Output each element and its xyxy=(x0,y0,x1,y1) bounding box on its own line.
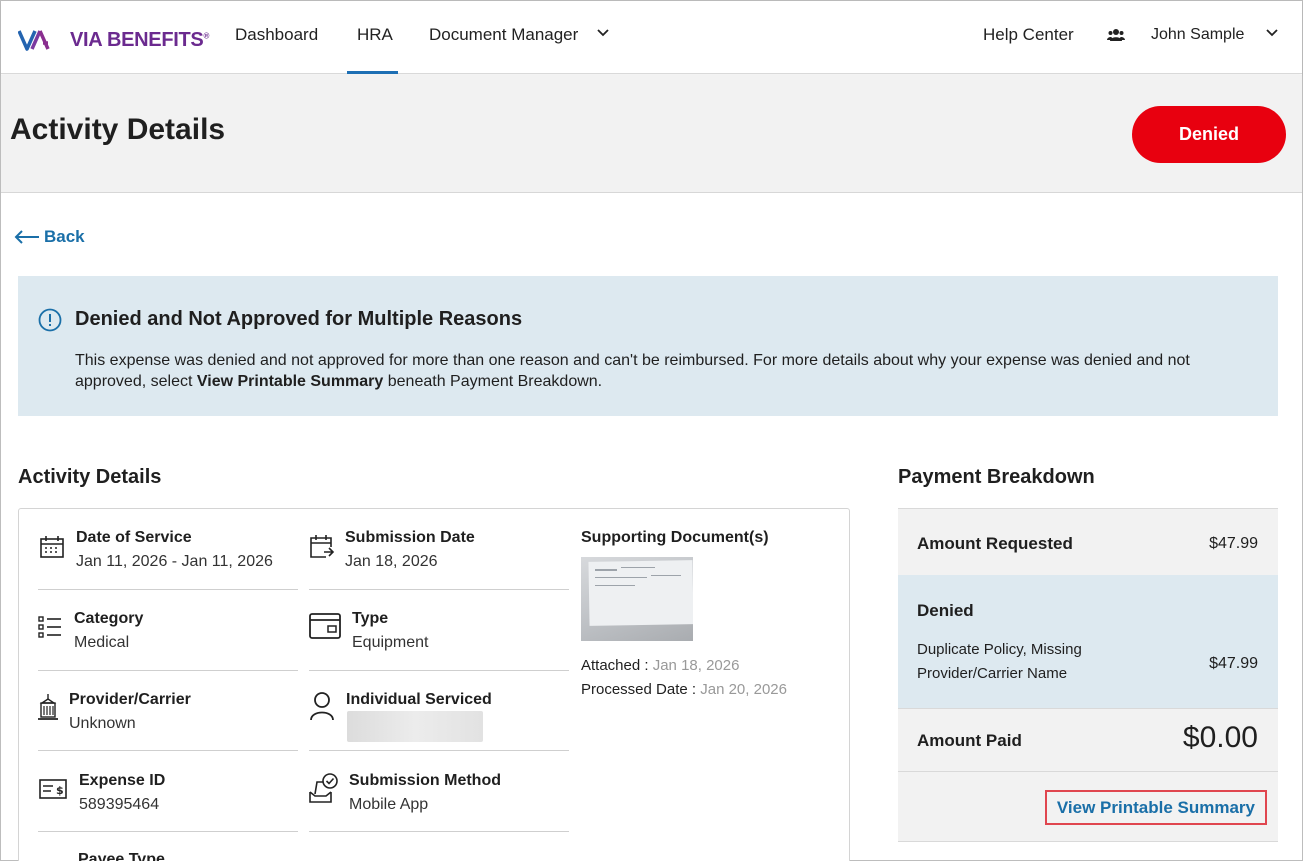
payee-type-label: Payee Type xyxy=(78,851,165,861)
denied-row: Denied Duplicate Policy, Missing Provide… xyxy=(898,575,1278,708)
amount-requested-row: Amount Requested $47.99 xyxy=(898,508,1278,575)
submission-date-field: Submission Date Jan 18, 2026 xyxy=(345,529,475,570)
alert-title: Denied and Not Approved for Multiple Rea… xyxy=(75,308,523,330)
nav-hra[interactable]: HRA xyxy=(357,25,393,45)
divider xyxy=(38,670,298,671)
summary-row: View Printable Summary xyxy=(898,772,1278,842)
payment-breakdown-heading: Payment Breakdown xyxy=(898,466,1095,488)
alert-body: This expense was denied and not approved… xyxy=(75,352,1190,390)
submission-method-field: Submission Method Mobile App xyxy=(349,772,501,813)
divider xyxy=(309,589,569,590)
top-navigation: VIA BENEFITS® Dashboard HRA Document Man… xyxy=(1,1,1302,74)
divider xyxy=(309,670,569,671)
document-line xyxy=(621,567,655,568)
amount-paid-value: $0.00 xyxy=(1182,721,1258,754)
chevron-down-icon[interactable] xyxy=(1265,26,1279,40)
activity-details-heading: Activity Details xyxy=(18,466,162,488)
divider xyxy=(38,589,298,590)
help-center-link[interactable]: Help Center xyxy=(983,25,1074,45)
via-benefits-logo[interactable]: VIA BENEFITS® xyxy=(18,27,209,53)
svg-text:$: $ xyxy=(56,784,64,797)
nav-document-manager[interactable]: Document Manager xyxy=(429,25,578,45)
denied-label: Denied xyxy=(917,601,974,620)
document-line xyxy=(595,585,635,586)
denied-alert: Denied and Not Approved for Multiple Rea… xyxy=(18,276,1278,416)
status-badge: Denied xyxy=(1132,106,1286,163)
individual-serviced-redacted xyxy=(347,711,483,742)
divider xyxy=(309,831,569,832)
page-title: Activity Details xyxy=(10,113,226,146)
nav-active-indicator xyxy=(347,71,398,74)
back-link[interactable]: Back xyxy=(14,227,85,247)
list-icon xyxy=(38,616,61,638)
expense-id-field: Expense ID 589395464 xyxy=(79,772,166,813)
person-icon xyxy=(310,692,334,721)
amount-requested-label: Amount Requested xyxy=(917,534,1073,553)
type-field: Type Equipment xyxy=(352,610,429,651)
supporting-documents-label: Supporting Document(s) xyxy=(581,529,769,546)
chevron-down-icon[interactable] xyxy=(596,26,610,40)
divider xyxy=(309,750,569,751)
amount-paid-row: Amount Paid $0.00 xyxy=(898,708,1278,772)
back-label: Back xyxy=(44,227,85,246)
view-printable-summary-button[interactable]: View Printable Summary xyxy=(1044,790,1267,825)
date-of-service-field: Date of Service Jan 11, 2026 - Jan 11, 2… xyxy=(76,529,273,570)
user-menu-name[interactable]: John Sample xyxy=(1151,26,1244,44)
amount-paid-label: Amount Paid xyxy=(917,731,1022,750)
document-thumbnail[interactable] xyxy=(581,557,693,641)
denied-reason: Duplicate Policy, Missing Provider/Carri… xyxy=(917,641,1082,682)
card-type-icon xyxy=(309,613,341,639)
info-icon xyxy=(38,308,62,332)
calendar-icon xyxy=(40,536,64,558)
divider xyxy=(38,831,298,832)
document-line xyxy=(595,577,647,578)
document-line xyxy=(595,569,617,571)
divider xyxy=(38,750,298,751)
mobile-upload-icon xyxy=(309,773,338,803)
processed-date: Processed Date : Jan 20, 2026 xyxy=(581,681,787,698)
via-logo-mark-icon xyxy=(18,30,50,51)
denied-value: $47.99 xyxy=(1209,655,1258,672)
arrow-left-icon xyxy=(14,230,39,244)
logo-wordmark: VIA BENEFITS® xyxy=(70,28,210,51)
building-icon xyxy=(38,694,58,720)
provider-carrier-field: Provider/Carrier Unknown xyxy=(69,691,191,732)
amount-requested-value: $47.99 xyxy=(1209,535,1258,552)
individual-serviced-field: Individual Serviced xyxy=(346,691,492,708)
attached-date: Attached : Jan 18, 2026 xyxy=(581,657,740,674)
check-icon: $ xyxy=(39,779,67,799)
calendar-export-icon xyxy=(310,535,335,558)
category-field: Category Medical xyxy=(74,610,144,651)
users-icon[interactable] xyxy=(1107,27,1125,43)
nav-dashboard[interactable]: Dashboard xyxy=(235,25,318,45)
document-line xyxy=(651,575,681,576)
